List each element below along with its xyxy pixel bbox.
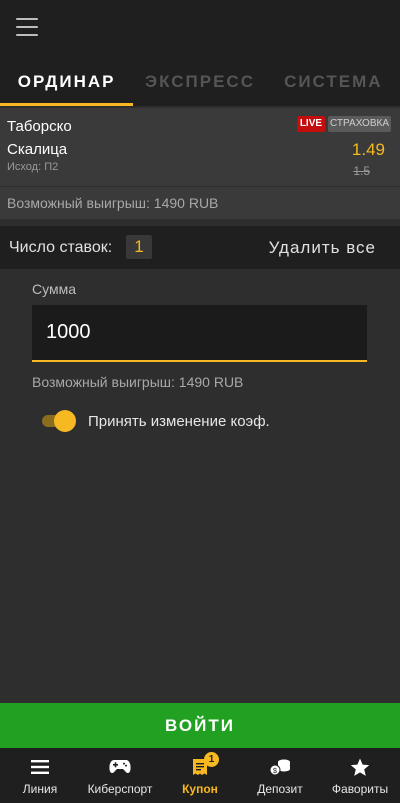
nav-item-deposit[interactable]: $ Депозит	[240, 748, 320, 803]
star-icon	[349, 757, 371, 777]
nav-label-line: Линия	[22, 782, 58, 796]
nav-label-esports: Киберспорт	[87, 782, 153, 796]
bet-type-tabs: ОРДИНАР ЭКСПРЕСС СИСТЕМА	[0, 58, 400, 106]
nav-item-coupon[interactable]: 1 Купон	[160, 748, 240, 803]
delete-all-button[interactable]: Удалить все	[269, 238, 376, 258]
svg-text:$: $	[273, 768, 277, 775]
sum-possible-win: Возможный выигрыш: 1490 RUB	[32, 374, 244, 390]
coupon-count-badge: 1	[204, 752, 219, 767]
gamepad-icon	[109, 757, 131, 777]
bet-possible-win: Возможный выигрыш: 1490 RUB	[0, 187, 400, 219]
bet-card[interactable]: Таборско Скалица Исход: П2 LIVE СТРАХОВК…	[0, 108, 400, 186]
tab-express[interactable]: ЭКСПРЕСС	[133, 58, 266, 106]
old-coefficient: 1.5	[353, 164, 370, 178]
hamburger-menu-icon[interactable]	[16, 18, 38, 36]
nav-label-deposit: Депозит	[257, 782, 303, 796]
coins-icon: $	[269, 757, 291, 777]
toggle-thumb	[54, 410, 76, 432]
accept-changes-row: Принять изменение коэф.	[42, 410, 270, 432]
login-button[interactable]: ВОЙТИ	[0, 703, 400, 748]
bets-count-label: Число ставок:	[9, 239, 113, 256]
nav-item-line[interactable]: Линия	[0, 748, 80, 803]
bets-count-value: 1	[126, 235, 152, 259]
accept-changes-label: Принять изменение коэф.	[88, 412, 270, 430]
bet-badges: LIVE СТРАХОВКА	[296, 116, 391, 132]
tab-system[interactable]: СИСТЕМА	[267, 58, 400, 106]
nav-item-favorites[interactable]: Фавориты	[320, 748, 400, 803]
accept-changes-toggle[interactable]	[42, 410, 76, 432]
nav-label-favorites: Фавориты	[331, 782, 389, 796]
team-away: Скалица	[7, 141, 68, 158]
nav-item-esports[interactable]: Киберспорт	[80, 748, 160, 803]
tab-single[interactable]: ОРДИНАР	[0, 58, 134, 106]
bet-outcome: Исход: П2	[7, 161, 59, 173]
sum-input[interactable]	[32, 305, 367, 362]
bottom-nav: Линия Киберспорт 1 Купон $ Депозит Фавор…	[0, 748, 400, 803]
nav-label-coupon: Купон	[182, 782, 218, 796]
bet-coefficient: 1.49	[351, 140, 385, 159]
list-icon	[29, 757, 51, 777]
team-home: Таборско	[7, 118, 72, 135]
coupon-controls: Число ставок: 1 Удалить все	[0, 226, 400, 269]
top-bar	[0, 0, 400, 58]
sum-label: Сумма	[32, 281, 76, 297]
insurance-badge[interactable]: СТРАХОВКА	[328, 116, 391, 132]
live-badge: LIVE	[296, 116, 326, 132]
